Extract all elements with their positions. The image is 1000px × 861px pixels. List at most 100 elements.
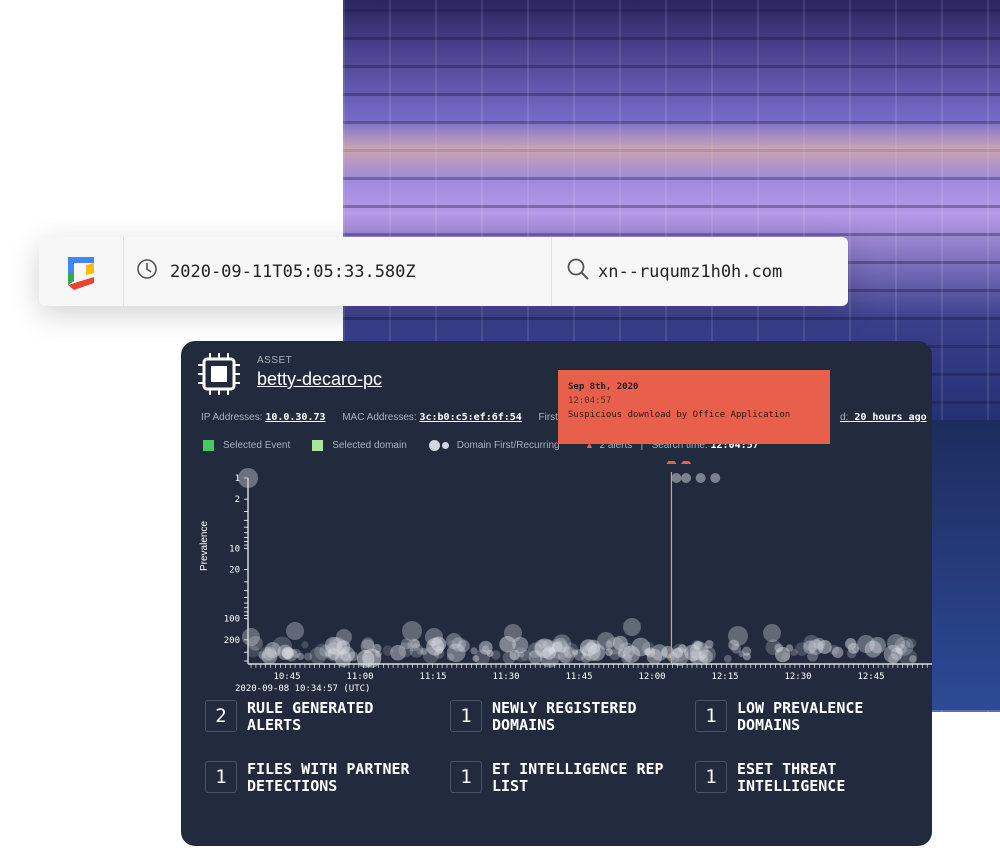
prevalence-bubble — [597, 632, 615, 650]
search-query-value: xn--ruqumz1h0h.com — [598, 261, 783, 282]
x-tick-label: 11:00 — [346, 672, 373, 682]
prevalence-bubble — [425, 628, 443, 646]
prevalence-bubble — [360, 639, 375, 654]
prevalence-bubble — [242, 628, 260, 646]
prevalence-bubble — [906, 638, 917, 649]
selected-domain-swatch — [312, 440, 324, 451]
stat-eset-threat-intelligence[interactable]: 1 ESET THREAT INTELLIGENCE — [695, 761, 917, 795]
prevalence-bubble — [470, 647, 478, 655]
circle-dots-icon — [428, 440, 449, 451]
prevalence-bubble — [309, 647, 327, 665]
search-query-field[interactable]: xn--ruqumz1h0h.com — [552, 237, 848, 306]
alert-marker — [681, 461, 692, 464]
prevalence-bubble — [728, 626, 748, 646]
selected-event-swatch — [203, 440, 214, 451]
mac-label: MAC Addresses: — [342, 412, 417, 423]
stat-count: 1 — [450, 700, 482, 732]
prevalence-bubble — [402, 621, 422, 641]
x-tick-label: 11:30 — [492, 672, 519, 682]
prevalence-chart[interactable]: Prevalence 12102010020010:45 11:00 11:15 11… — [181, 461, 932, 701]
asset-meta-row: IP Addresses: 10.0.30.73 MAC Addresses: … — [201, 412, 558, 423]
prevalence-bubble — [623, 618, 641, 636]
prevalence-bubble — [382, 645, 394, 656]
prevalence-bubble — [742, 652, 751, 661]
stat-files-partner-detections[interactable]: 1 FILES WITH PARTNER DETECTIONS — [205, 761, 427, 795]
y-tick-label: 200 — [224, 636, 240, 646]
last-seen-row: d: 20 hours ago — [840, 412, 927, 423]
top-prevalence-point — [681, 473, 692, 483]
prevalence-bubble — [446, 653, 455, 661]
legend-selected-domain-label: Selected domain — [332, 440, 407, 451]
prevalence-bubble — [888, 653, 899, 665]
prevalence-bubble — [538, 640, 547, 649]
stat-newly-registered-domains[interactable]: 1 NEWLY REGISTERED DOMAINS — [450, 700, 672, 734]
y-tick-label: 2 — [235, 495, 240, 505]
stat-count: 1 — [695, 700, 727, 732]
prevalence-bubble — [446, 633, 462, 649]
prevalence-bubble — [691, 640, 701, 650]
stat-label: RULE GENERATED ALERTS — [247, 699, 374, 734]
stat-et-intelligence-rep-list[interactable]: 1 ET INTELLIGENCE REP LIST — [450, 761, 672, 795]
prevalence-bubble — [704, 639, 714, 649]
x-tick-label: 11:45 — [565, 672, 592, 682]
prevalence-bubble — [677, 644, 687, 653]
ip-value-link[interactable]: 10.0.30.73 — [265, 412, 325, 423]
stat-label: ET INTELLIGENCE REP LIST — [492, 760, 664, 795]
x-tick-label: 12:45 — [857, 672, 884, 682]
stat-label: FILES WITH PARTNER DETECTIONS — [247, 760, 410, 795]
prevalence-bubble — [723, 654, 732, 663]
x-tick-label: 12:30 — [784, 672, 811, 682]
prevalence-bubble — [690, 655, 698, 663]
prevalence-bubble — [857, 635, 875, 653]
clock-icon — [136, 258, 158, 285]
x-tick-label: 10:45 — [273, 672, 300, 682]
prevalence-bubble — [763, 624, 781, 642]
top-prevalence-point — [238, 468, 259, 488]
search-bar: 2020-09-11T05:05:33.580Z xn--ruqumz1h0h.… — [39, 237, 848, 306]
asset-label: ASSET — [257, 355, 293, 366]
prevalence-bubble — [785, 644, 794, 652]
stat-low-prevalence-domains[interactable]: 1 LOW PREVALENCE DOMAINS — [695, 700, 917, 734]
stat-label: LOW PREVALENCE DOMAINS — [737, 699, 864, 734]
x-origin-label: 2020-09-08 10:34:57 (UTC) — [235, 684, 370, 694]
prevalence-bubble — [618, 642, 635, 660]
last-seen-value[interactable]: 20 hours ago — [854, 412, 926, 423]
legend-selected-event-label: Selected Event — [223, 440, 291, 451]
stat-rule-generated-alerts[interactable]: 2 RULE GENERATED ALERTS — [205, 700, 427, 734]
legend-selected-event[interactable]: Selected Event — [203, 440, 290, 451]
chip-icon — [198, 353, 240, 395]
top-prevalence-point — [710, 473, 721, 483]
tooltip-date: Sep 8th, 2020 — [568, 382, 639, 392]
prevalence-bubble — [296, 652, 305, 661]
chronicle-logo[interactable] — [39, 237, 124, 306]
prevalence-bubble — [514, 647, 529, 662]
stat-label: NEWLY REGISTERED DOMAINS — [492, 699, 637, 734]
tooltip-description: Suspicious download by Office Applicatio… — [568, 410, 791, 420]
chart-legend: Selected Event Selected domain Domain Fi… — [203, 440, 582, 451]
asset-name-link[interactable]: betty-decaro-pc — [257, 369, 382, 390]
prevalence-bubble — [416, 647, 424, 655]
last-seen-label: d: — [840, 412, 849, 423]
legend-domain-first-recurring[interactable]: Domain First/Recurring — [428, 440, 560, 451]
prevalence-bubble — [262, 646, 277, 661]
timestamp-field[interactable]: 2020-09-11T05:05:33.580Z — [124, 237, 552, 306]
stat-count: 1 — [695, 761, 727, 793]
stat-count: 1 — [450, 761, 482, 793]
top-prevalence-point — [695, 473, 706, 483]
stat-label: ESET THREAT INTELLIGENCE — [737, 760, 846, 795]
prevalence-bubble — [899, 648, 918, 667]
y-tick-label: 100 — [224, 615, 240, 625]
x-tick-label: 12:15 — [711, 672, 738, 682]
prevalence-bubble — [528, 650, 543, 665]
prevalence-bubble — [301, 641, 309, 649]
mac-value-link[interactable]: 3c:b0:c5:ef:6f:54 — [419, 412, 521, 423]
prevalence-bubble — [491, 650, 501, 660]
alert-marker — [666, 461, 677, 464]
prevalence-bubble — [887, 634, 905, 652]
prevalence-bubble — [286, 622, 304, 640]
stat-count: 1 — [205, 761, 237, 793]
asset-panel: ASSET betty-decaro-pc IP Addresses: 10.0… — [181, 341, 932, 846]
legend-selected-domain[interactable]: Selected domain — [312, 440, 407, 451]
y-tick-label: 20 — [229, 566, 240, 576]
prevalence-bubble — [327, 648, 340, 661]
